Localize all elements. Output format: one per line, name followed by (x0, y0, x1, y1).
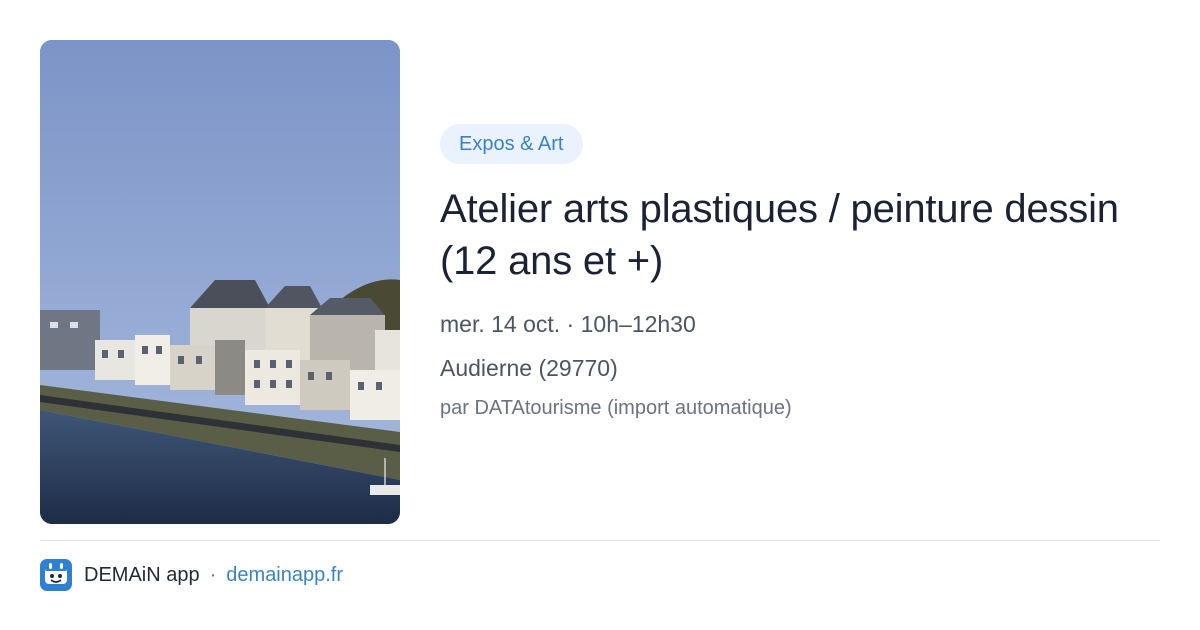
harbor-town-image (40, 40, 400, 524)
event-title: Atelier arts plastiques / peinture dessi… (440, 187, 1119, 283)
footer-separator: · (209, 563, 217, 586)
event-photo (40, 40, 400, 524)
event-source: par DATAtourisme (import automatique) (440, 397, 792, 419)
app-name: DEMAiN app (84, 563, 200, 586)
event-location: Audierne (29770) (440, 355, 618, 381)
footer-divider (40, 540, 1160, 541)
app-url-link[interactable]: demainapp.fr (226, 564, 343, 587)
footer: DEMAiN app · demainapp.fr (40, 558, 343, 592)
event-datetime: mer. 14 oct. · 10h–12h30 (440, 311, 696, 337)
event-details: Expos & Art Atelier arts plastiques / pe… (440, 124, 1160, 421)
category-tag[interactable]: Expos & Art (440, 124, 583, 164)
demain-app-logo-icon (40, 559, 72, 591)
